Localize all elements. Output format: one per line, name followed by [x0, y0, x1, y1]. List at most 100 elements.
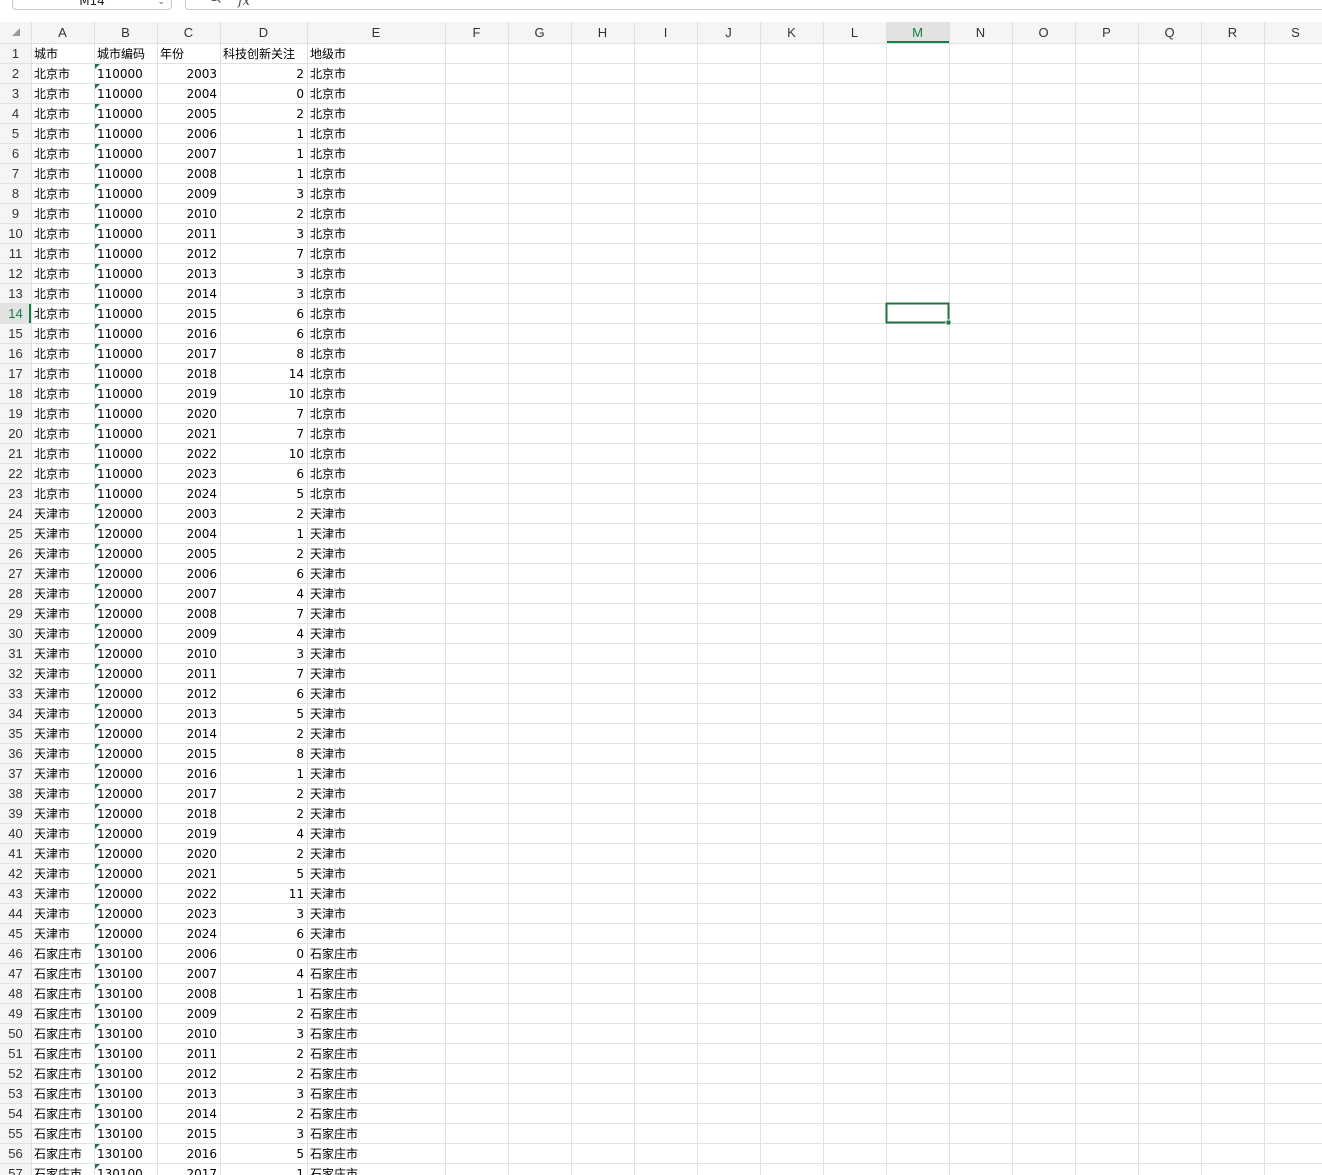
cell-a20[interactable]: 北京市 — [34, 426, 70, 441]
cell-e46[interactable]: 石家庄市 — [310, 946, 358, 961]
cell-d56[interactable]: 5 — [296, 1147, 304, 1161]
cell-c53[interactable]: 2013 — [186, 1087, 217, 1101]
row-header[interactable]: 4 — [12, 106, 19, 121]
cell-c19[interactable]: 2020 — [186, 407, 217, 421]
cell-d27[interactable]: 6 — [296, 567, 304, 581]
column-header-r[interactable]: R — [1228, 25, 1237, 40]
column-header-b[interactable]: B — [121, 25, 130, 40]
cell-c22[interactable]: 2023 — [186, 467, 217, 481]
cell-c25[interactable]: 2004 — [186, 527, 217, 541]
row-header[interactable]: 5 — [12, 126, 19, 141]
row-header[interactable]: 42 — [8, 866, 22, 881]
cell-a15[interactable]: 北京市 — [34, 326, 70, 341]
cell-e17[interactable]: 北京市 — [310, 366, 346, 381]
column-header-p[interactable]: P — [1102, 25, 1111, 40]
cell-c29[interactable]: 2008 — [186, 607, 217, 621]
cell-b33[interactable]: 120000 — [97, 687, 143, 701]
row-header[interactable]: 52 — [8, 1066, 22, 1081]
cell-e28[interactable]: 天津市 — [310, 586, 346, 601]
cell-a16[interactable]: 北京市 — [34, 346, 70, 361]
cell-e31[interactable]: 天津市 — [310, 646, 346, 661]
cell-c31[interactable]: 2010 — [186, 647, 217, 661]
cell-b17[interactable]: 110000 — [97, 367, 143, 381]
cell-a1[interactable]: 城市 — [34, 46, 58, 61]
cell-b25[interactable]: 120000 — [97, 527, 143, 541]
row-header[interactable]: 25 — [8, 526, 22, 541]
cell-e14[interactable]: 北京市 — [310, 306, 346, 321]
cell-d55[interactable]: 3 — [296, 1127, 304, 1141]
selected-cell[interactable] — [885, 302, 950, 324]
cell-c23[interactable]: 2024 — [186, 487, 217, 501]
cell-b35[interactable]: 120000 — [97, 727, 143, 741]
cell-e57[interactable]: 石家庄市 — [310, 1166, 358, 1175]
column-header-c[interactable]: C — [184, 25, 193, 40]
row-header[interactable]: 19 — [8, 406, 22, 421]
cell-a34[interactable]: 天津市 — [34, 706, 70, 721]
cell-e24[interactable]: 天津市 — [310, 506, 346, 521]
cell-a6[interactable]: 北京市 — [34, 146, 70, 161]
cell-e23[interactable]: 北京市 — [310, 486, 346, 501]
cell-c11[interactable]: 2012 — [186, 247, 217, 261]
cell-e1[interactable]: 地级市 — [310, 46, 346, 61]
cell-b28[interactable]: 120000 — [97, 587, 143, 601]
cell-b41[interactable]: 120000 — [97, 847, 143, 861]
cell-d3[interactable]: 0 — [296, 87, 304, 101]
cell-a43[interactable]: 天津市 — [34, 886, 70, 901]
cell-b24[interactable]: 120000 — [97, 507, 143, 521]
cell-d57[interactable]: 1 — [296, 1167, 304, 1175]
cell-d5[interactable]: 1 — [296, 127, 304, 141]
cell-b12[interactable]: 110000 — [97, 267, 143, 281]
formula-input[interactable]: fx — [185, 0, 1322, 10]
cell-a24[interactable]: 天津市 — [34, 506, 70, 521]
cell-d9[interactable]: 2 — [296, 207, 304, 221]
row-header[interactable]: 31 — [8, 646, 22, 661]
cell-c55[interactable]: 2015 — [186, 1127, 217, 1141]
cell-a11[interactable]: 北京市 — [34, 246, 70, 261]
cell-b56[interactable]: 130100 — [97, 1147, 143, 1161]
cell-b46[interactable]: 130100 — [97, 947, 143, 961]
cell-a19[interactable]: 北京市 — [34, 406, 70, 421]
column-header-d[interactable]: D — [259, 25, 268, 40]
cell-c16[interactable]: 2017 — [186, 347, 217, 361]
cell-a42[interactable]: 天津市 — [34, 866, 70, 881]
cell-b57[interactable]: 130100 — [97, 1167, 143, 1175]
row-header[interactable]: 49 — [8, 1006, 22, 1021]
cell-c33[interactable]: 2012 — [186, 687, 217, 701]
cell-a31[interactable]: 天津市 — [34, 646, 70, 661]
cell-b44[interactable]: 120000 — [97, 907, 143, 921]
cell-c50[interactable]: 2010 — [186, 1027, 217, 1041]
row-header[interactable]: 15 — [8, 326, 22, 341]
row-header[interactable]: 44 — [8, 906, 22, 921]
cell-a29[interactable]: 天津市 — [34, 606, 70, 621]
cell-c20[interactable]: 2021 — [186, 427, 217, 441]
cell-d19[interactable]: 7 — [296, 407, 304, 421]
cell-a18[interactable]: 北京市 — [34, 386, 70, 401]
cell-e8[interactable]: 北京市 — [310, 186, 346, 201]
cell-d42[interactable]: 5 — [296, 867, 304, 881]
cell-a25[interactable]: 天津市 — [34, 526, 70, 541]
cell-b20[interactable]: 110000 — [97, 427, 143, 441]
cell-e42[interactable]: 天津市 — [310, 866, 346, 881]
cell-c48[interactable]: 2008 — [186, 987, 217, 1001]
cell-b6[interactable]: 110000 — [97, 147, 143, 161]
cell-b15[interactable]: 110000 — [97, 327, 143, 341]
row-header[interactable]: 8 — [12, 186, 19, 201]
row-header[interactable]: 10 — [8, 226, 22, 241]
cell-c40[interactable]: 2019 — [186, 827, 217, 841]
cell-d22[interactable]: 6 — [296, 467, 304, 481]
cell-a4[interactable]: 北京市 — [34, 106, 70, 121]
cell-e20[interactable]: 北京市 — [310, 426, 346, 441]
cell-d23[interactable]: 5 — [296, 487, 304, 501]
cell-e32[interactable]: 天津市 — [310, 666, 346, 681]
cell-e35[interactable]: 天津市 — [310, 726, 346, 741]
cell-a44[interactable]: 天津市 — [34, 906, 70, 921]
row-header[interactable]: 7 — [12, 166, 19, 181]
cell-b4[interactable]: 110000 — [97, 107, 143, 121]
cell-e5[interactable]: 北京市 — [310, 126, 346, 141]
row-header[interactable]: 45 — [8, 926, 22, 941]
column-header-j[interactable]: J — [725, 25, 732, 40]
cell-c57[interactable]: 2017 — [186, 1167, 217, 1175]
column-header-h[interactable]: H — [598, 25, 607, 40]
row-header[interactable]: 1 — [12, 46, 19, 61]
cell-c30[interactable]: 2009 — [186, 627, 217, 641]
